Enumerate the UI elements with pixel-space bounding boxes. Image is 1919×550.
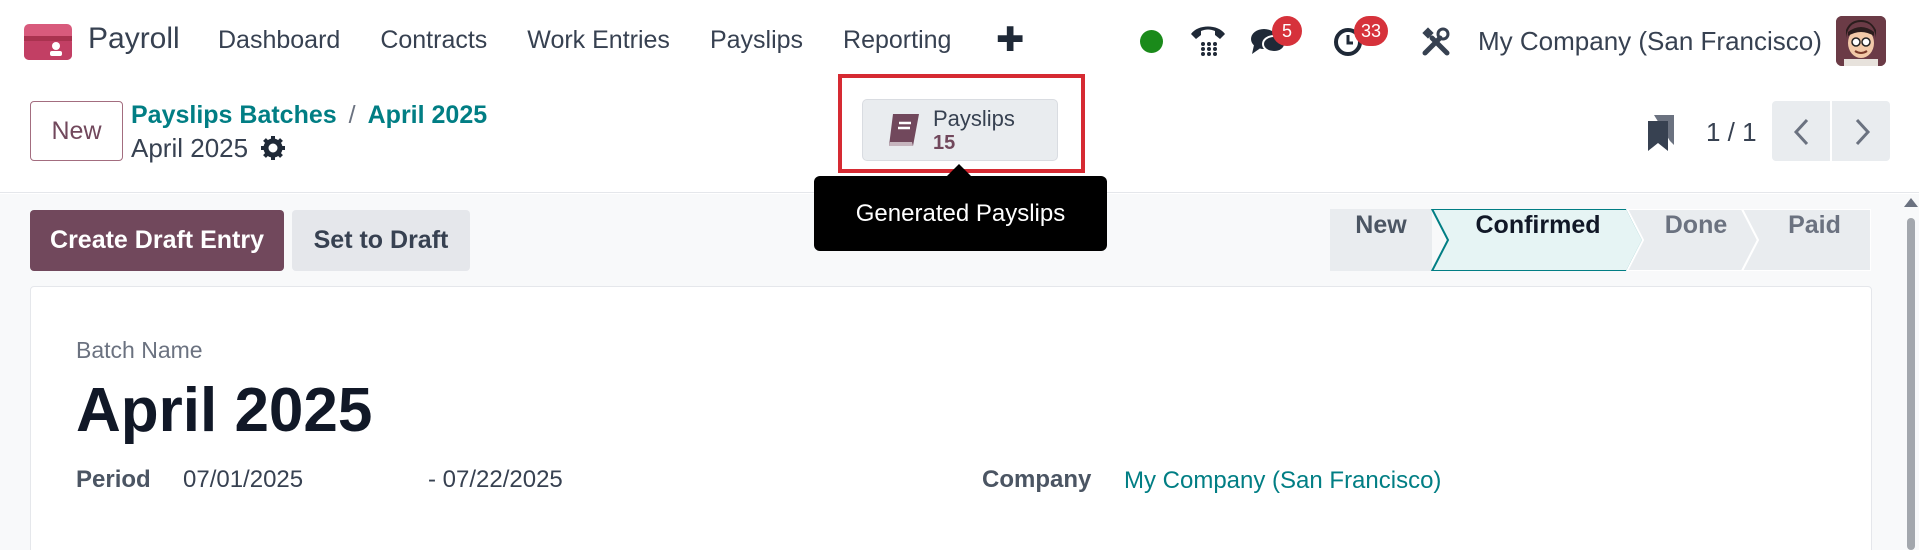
highlight-annotation-box [838,74,1085,173]
breadcrumb: Payslips Batches / April 2025 [131,101,487,130]
activities-count-badge: 33 [1354,16,1389,46]
menu-reporting[interactable]: Reporting [843,26,951,55]
status-step-confirmed[interactable]: Confirmed [1450,194,1626,256]
menu-dashboard[interactable]: Dashboard [218,26,340,55]
create-draft-entry-button[interactable]: Create Draft Entry [30,210,284,271]
main-menu: Dashboard Contracts Work Entries Payslip… [218,26,991,55]
company-label: Company [982,466,1092,493]
app-logo-icon[interactable] [24,24,72,60]
top-navbar: Payroll Dashboard Contracts Work Entries… [0,0,1919,85]
chevron-right-icon [1855,118,1871,146]
company-field[interactable]: My Company (San Francisco) [1124,467,1441,495]
bookmark-icon[interactable] [1646,115,1676,151]
period-label: Period [76,466,151,493]
status-step-new[interactable]: New [1330,194,1432,256]
app-name[interactable]: Payroll [88,22,180,56]
gear-icon[interactable] [260,135,286,161]
menu-payslips[interactable]: Payslips [710,26,803,55]
menu-contracts[interactable]: Contracts [380,26,487,55]
batch-name-label: Batch Name [76,337,203,363]
new-button[interactable]: New [30,101,123,161]
breadcrumb-payslips-batches[interactable]: Payslips Batches [131,101,337,129]
phone-icon[interactable] [1188,22,1228,58]
record-title: April 2025 [131,133,249,163]
user-avatar[interactable] [1836,16,1886,66]
tooltip-generated-payslips: Generated Payslips [814,176,1107,251]
pager-next-button[interactable] [1832,101,1890,161]
period-end-field[interactable]: - 07/22/2025 [428,466,563,494]
pager-previous-button[interactable] [1772,101,1830,161]
pager-value[interactable]: 1 / 1 [1706,117,1757,148]
breadcrumb-april-2025[interactable]: April 2025 [368,101,488,129]
scrollbar-thumb[interactable] [1907,218,1915,550]
scroll-up-arrow-icon[interactable] [1904,198,1918,207]
breadcrumb-separator: / [348,101,356,129]
messages-count-badge: 5 [1272,16,1302,46]
status-step-paid[interactable]: Paid [1758,194,1871,256]
batch-name-field[interactable]: April 2025 [76,375,372,446]
plus-icon[interactable]: ✚ [996,22,1025,58]
presence-status-dot[interactable] [1140,30,1163,53]
company-switcher[interactable]: My Company (San Francisco) [1478,26,1822,57]
status-step-done[interactable]: Done [1641,194,1751,256]
chevron-left-icon [1793,118,1809,146]
set-to-draft-button[interactable]: Set to Draft [292,210,470,271]
avatar-face-icon [1836,16,1886,66]
period-start-field[interactable]: 07/01/2025 [183,466,303,494]
tools-icon[interactable] [1420,26,1452,58]
menu-work-entries[interactable]: Work Entries [527,26,670,55]
form-sheet: Batch Name April 2025 Period 07/01/2025 … [30,286,1872,550]
